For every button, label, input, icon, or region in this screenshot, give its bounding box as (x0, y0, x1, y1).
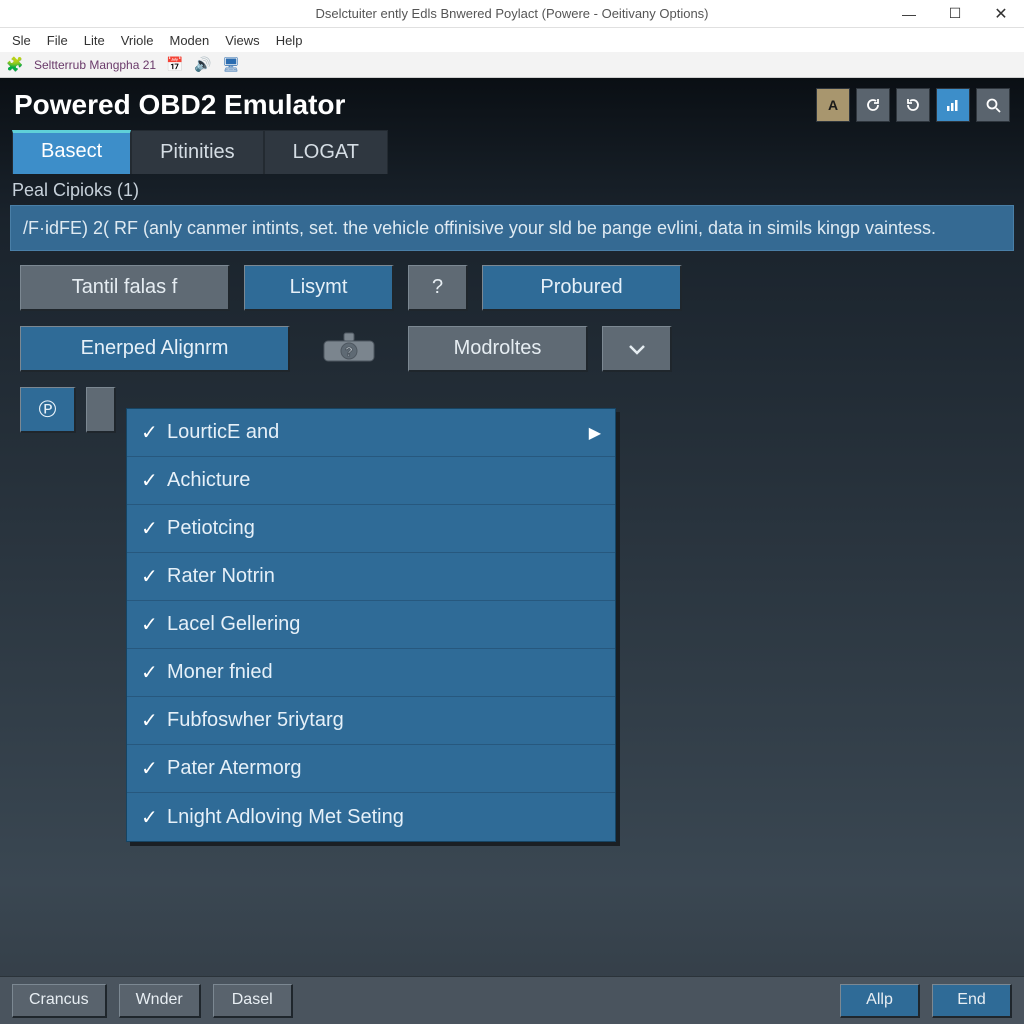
dropdown-label: Rater Notrin (167, 565, 275, 588)
dropdown-item-lourtic[interactable]: ✓ LourticE and ▶ (127, 409, 615, 457)
gear-icon: ? (304, 325, 394, 373)
font-icon[interactable]: A (816, 88, 850, 122)
app-body: Powered OBD2 Emulator A Basect Pitinitie… (0, 78, 1024, 1024)
toolbar-label: Seltterrub Mangpha 21 (34, 58, 156, 72)
window-title: Dselctuiter ently Edls Bnwered Poylact (… (315, 6, 708, 21)
refresh-icon[interactable] (856, 88, 890, 122)
menu-views[interactable]: Views (219, 31, 265, 50)
footer: Crancus Wnder Dasel Allp End (0, 976, 1024, 1024)
dropdown-item-achicture[interactable]: ✓ Achicture (127, 457, 615, 505)
modroltes-button[interactable]: Modroltes (408, 326, 588, 372)
calendar-icon[interactable]: 📅 (166, 56, 184, 74)
app-title: Powered OBD2 Emulator (14, 89, 345, 121)
help-button-1[interactable]: ? (408, 265, 468, 311)
submenu-arrow-icon: ▶ (589, 423, 601, 443)
dasel-button[interactable]: Dasel (213, 984, 293, 1018)
dropdown-item-lnight[interactable]: ✓ Lnight Adloving Met Seting (127, 793, 615, 841)
info-banner: /F·idFE) 2( RF (anly canmer intints, set… (10, 205, 1014, 251)
maximize-button[interactable]: ☐ (932, 0, 978, 27)
dropdown-menu: ✓ LourticE and ▶ ✓ Achicture ✓ Petiotcin… (126, 408, 616, 842)
check-icon: ✓ (141, 708, 167, 733)
chart-icon[interactable] (936, 88, 970, 122)
chevron-down-icon (627, 342, 647, 356)
reset-icon[interactable] (896, 88, 930, 122)
section-subtitle: Peal Cipioks (1) (0, 174, 1024, 205)
end-button[interactable]: End (932, 984, 1012, 1018)
dropdown-label: Moner fnied (167, 661, 273, 684)
tab-logat[interactable]: LOGAT (264, 130, 388, 174)
dropdown-label: Lnight Adloving Met Seting (167, 806, 404, 829)
wnder-button[interactable]: Wnder (119, 984, 201, 1018)
lsymt-button[interactable]: Lisymt (244, 265, 394, 311)
minimize-button[interactable]: — (886, 0, 932, 27)
dropdown-item-rater[interactable]: ✓ Rater Notrin (127, 553, 615, 601)
button-row-2: Enerped Alignrm ? Modroltes (0, 311, 1024, 373)
window-titlebar: Dselctuiter ently Edls Bnwered Poylact (… (0, 0, 1024, 28)
menu-sle[interactable]: Sle (6, 31, 37, 50)
tab-pitinities[interactable]: Pitinities (131, 130, 263, 174)
crancus-button[interactable]: Crancus (12, 984, 107, 1018)
dropdown-label: Lacel Gellering (167, 613, 300, 636)
tantil-button[interactable]: Tantil falas f (20, 265, 230, 311)
check-icon: ✓ (141, 468, 167, 493)
search-icon[interactable] (976, 88, 1010, 122)
button-row-1: Tantil falas f Lisymt ? Probured (0, 251, 1024, 311)
tab-basect[interactable]: Basect (12, 130, 131, 174)
header-icon-row: A (816, 88, 1010, 122)
check-icon: ✓ (141, 660, 167, 685)
aux-button[interactable] (86, 387, 116, 433)
monitor-icon[interactable]: 🖥 (222, 56, 240, 74)
toolbar: 🧩 Seltterrub Mangpha 21 📅 🔊 🖥 (0, 52, 1024, 78)
dropdown-item-moner[interactable]: ✓ Moner fnied (127, 649, 615, 697)
menubar: Sle File Lite Vriole Moden Views Help (0, 28, 1024, 52)
app-icon: 🧩 (6, 56, 24, 74)
menu-help[interactable]: Help (270, 31, 309, 50)
check-icon: ✓ (141, 805, 167, 830)
phylo-button[interactable]: ℗ (20, 387, 76, 433)
probured-button[interactable]: Probured (482, 265, 682, 311)
menu-moden[interactable]: Moden (163, 31, 215, 50)
app-header: Powered OBD2 Emulator A (0, 78, 1024, 130)
dropdown-label: Achicture (167, 469, 250, 492)
menu-lite[interactable]: Lite (78, 31, 111, 50)
dropdown-item-lacel[interactable]: ✓ Lacel Gellering (127, 601, 615, 649)
svg-text:?: ? (345, 344, 353, 359)
menu-file[interactable]: File (41, 31, 74, 50)
tabs: Basect Pitinities LOGAT (0, 130, 1024, 174)
speaker-icon[interactable]: 🔊 (194, 56, 212, 74)
dropdown-item-pater[interactable]: ✓ Pater Atermorg (127, 745, 615, 793)
dropdown-item-fubfoswher[interactable]: ✓ Fubfoswher 5riytarg (127, 697, 615, 745)
alp-button[interactable]: Allp (840, 984, 920, 1018)
window-controls: — ☐ ✕ (886, 0, 1024, 27)
svg-text:A: A (828, 97, 838, 113)
check-icon: ✓ (141, 516, 167, 541)
dropdown-label: Fubfoswher 5riytarg (167, 709, 344, 732)
dropdown-item-petiotcing[interactable]: ✓ Petiotcing (127, 505, 615, 553)
dropdown-label: Petiotcing (167, 517, 255, 540)
check-icon: ✓ (141, 564, 167, 589)
menu-vriole[interactable]: Vriole (115, 31, 160, 50)
dropdown-label: LourticE and (167, 421, 279, 444)
close-button[interactable]: ✕ (978, 0, 1024, 27)
chevron-down-button[interactable] (602, 326, 672, 372)
check-icon: ✓ (141, 612, 167, 637)
check-icon: ✓ (141, 420, 167, 445)
enerped-button[interactable]: Enerped Alignrm (20, 326, 290, 372)
dropdown-label: Pater Atermorg (167, 757, 302, 780)
check-icon: ✓ (141, 756, 167, 781)
